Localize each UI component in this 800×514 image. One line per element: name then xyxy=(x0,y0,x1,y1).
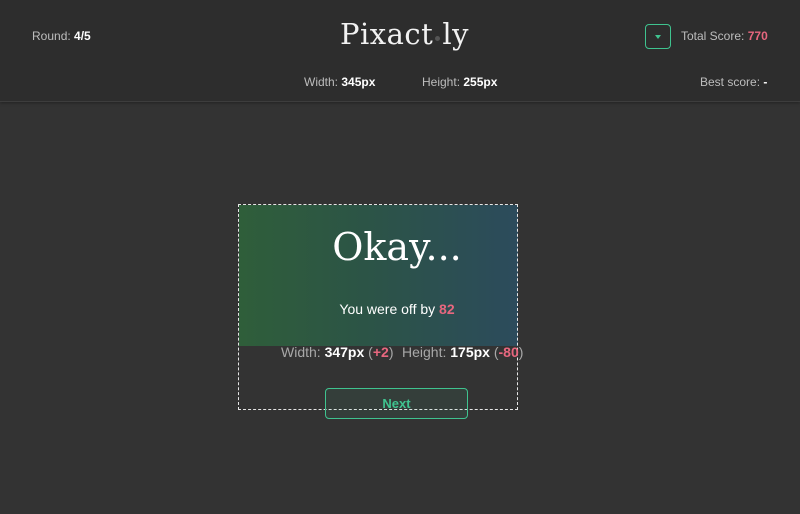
round-label: Round: xyxy=(32,29,71,43)
target-height-value: 255px xyxy=(463,75,498,89)
next-button[interactable]: Next xyxy=(325,388,468,419)
total-score-label: Total Score: xyxy=(681,29,745,43)
guess-width: Width: 347px (+2) xyxy=(281,344,394,360)
dropdown-caret-icon xyxy=(655,34,661,39)
off-by-value: 82 xyxy=(439,301,455,317)
off-by-text: You were off by 82 xyxy=(238,301,556,317)
total-score: Total Score: 770 xyxy=(681,29,768,43)
guess-width-label: Width: xyxy=(281,344,321,360)
result-verdict: Okay... xyxy=(332,225,462,269)
target-width-label: Width: xyxy=(304,75,339,89)
logo-dot-icon xyxy=(435,36,441,41)
top-bar: Round: 4/5 Pixact ly Total Score: 770 Wid… xyxy=(0,0,800,102)
guess-width-value: 347px xyxy=(324,344,365,360)
guess-height-value: 175px xyxy=(450,344,490,360)
logo-text-right: ly xyxy=(442,17,469,51)
guess-height-diff: -80 xyxy=(498,344,519,360)
off-by-label: You were off by xyxy=(339,301,436,317)
target-height-label: Height: xyxy=(422,75,461,89)
round-value: 4/5 xyxy=(74,29,91,43)
logo-text-left: Pixact xyxy=(340,17,434,51)
best-score-value: - xyxy=(763,75,768,89)
target-height: Height: 255px xyxy=(422,75,497,89)
target-width: Width: 345px xyxy=(304,75,375,89)
best-score: Best score: - xyxy=(700,75,767,89)
menu-dropdown-button[interactable] xyxy=(645,24,671,49)
guess-height-label: Height: xyxy=(402,344,447,360)
guess-height: Height: 175px (-80) xyxy=(402,344,524,360)
target-width-value: 345px xyxy=(341,75,376,89)
total-score-value: 770 xyxy=(747,29,768,43)
app-logo: Pixact ly xyxy=(340,17,469,51)
best-score-label: Best score: xyxy=(700,75,761,89)
guess-width-diff: +2 xyxy=(372,344,389,360)
round-indicator: Round: 4/5 xyxy=(32,29,91,43)
